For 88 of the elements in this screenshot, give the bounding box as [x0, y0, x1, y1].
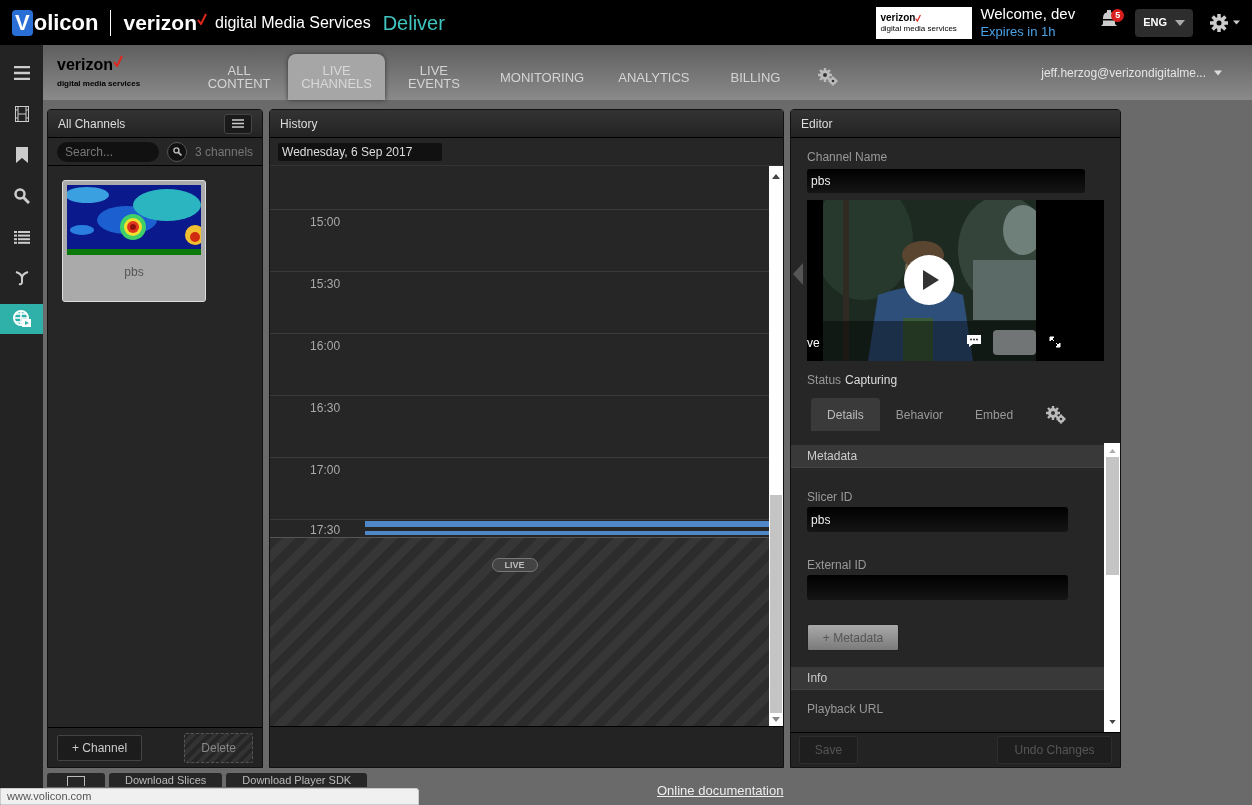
time-label: 16:00 — [309, 340, 342, 353]
notification-count: 5 — [1111, 9, 1125, 22]
editor-tab[interactable]: Details — [811, 398, 880, 431]
globe-icon — [12, 310, 31, 328]
grid-view-button[interactable] — [47, 773, 105, 787]
channel-card[interactable]: pbs — [62, 180, 206, 302]
scroll-up-icon — [1108, 449, 1116, 453]
check-icon — [197, 12, 207, 25]
menu-icon — [13, 66, 30, 80]
nav-tab[interactable]: ANALYTICS — [605, 54, 703, 100]
user-menu[interactable]: jeff.herzog@verizondigitalme... — [1041, 54, 1222, 100]
brand-mark: V — [12, 9, 33, 36]
time-label: 15:30 — [309, 278, 342, 291]
scroll-down-icon — [772, 717, 781, 722]
gears-icon — [1045, 405, 1068, 424]
channel-name-field[interactable]: pbs — [807, 169, 1086, 193]
live-badge: LIVE — [491, 558, 538, 572]
settings-button[interactable] — [1209, 12, 1240, 33]
nav-tab[interactable]: MONITORING — [486, 54, 598, 100]
section-title: Info — [807, 670, 828, 687]
film-icon — [14, 106, 29, 122]
list-menu-button[interactable] — [224, 113, 253, 134]
field-label: Playback URL — [807, 702, 885, 716]
time-label: 15:00 — [309, 216, 342, 229]
search-button[interactable] — [167, 141, 187, 162]
list-icon — [13, 230, 30, 244]
product-name: Deliver — [382, 10, 445, 36]
section-title: Metadata — [807, 448, 858, 465]
editor-tab[interactable]: Embed — [959, 398, 1030, 431]
caret-icon — [1175, 19, 1185, 26]
documentation-link[interactable]: Online documentation — [657, 781, 784, 801]
player-text: ve — [807, 337, 820, 349]
channel-count: 3 channels — [195, 143, 254, 161]
fullscreen-icon — [1049, 336, 1062, 348]
time-label: 16:30 — [309, 402, 342, 415]
gears-icon — [816, 68, 839, 86]
time-label: 17:00 — [309, 464, 342, 477]
field-label: Channel Name — [807, 149, 889, 166]
panel-title: All Channels — [58, 115, 126, 133]
caret-icon — [1214, 70, 1222, 76]
nav-tab[interactable]: LIVE EVENTS — [388, 54, 479, 100]
add-channel-button[interactable]: + Channel — [57, 734, 143, 761]
bookmark-icon — [15, 147, 28, 163]
brand-logo: olicon — [33, 9, 99, 37]
status-label: Status — [807, 372, 842, 389]
channel-name: pbs — [124, 264, 144, 281]
field-label: External ID — [807, 558, 868, 572]
download-button[interactable]: Download Player SDK — [226, 773, 368, 787]
scroll-up-icon — [772, 174, 781, 179]
partner-logo: verizon — [123, 9, 197, 36]
nav-tab[interactable]: ALL CONTENT — [194, 54, 285, 100]
partner-subtitle: digital Media Services — [215, 12, 371, 33]
scrollbar[interactable] — [769, 166, 784, 726]
scrollbar[interactable] — [1104, 443, 1121, 732]
check-icon — [113, 55, 123, 67]
panel-title: History — [280, 115, 318, 133]
search-field[interactable]: Search... — [57, 141, 159, 162]
download-button[interactable]: Download Slices — [109, 773, 223, 787]
date-field[interactable]: Wednesday, 6 Sep 2017 — [278, 142, 443, 161]
caret-icon — [1233, 20, 1240, 25]
panel-title: Editor — [801, 115, 833, 133]
play-icon — [923, 270, 940, 290]
time-label: 17:30 — [309, 524, 342, 537]
collapse-arrow-icon — [793, 263, 804, 285]
text-field[interactable]: pbs — [807, 507, 1069, 532]
welcome-text: Welcome, dev — [980, 5, 1076, 24]
search-icon — [172, 147, 182, 156]
status-value: Capturing — [845, 372, 898, 389]
scroll-down-icon — [1108, 720, 1116, 724]
text-field[interactable] — [807, 575, 1069, 600]
fork-icon — [14, 270, 29, 286]
settings-icon — [1209, 12, 1229, 33]
nav-logo: verizon — [57, 57, 113, 73]
caption-icon — [966, 334, 983, 348]
status-url-tooltip: www.volicon.com — [0, 788, 419, 805]
expiry-text: Expires in 1h — [980, 23, 1057, 40]
grid-icon — [67, 776, 85, 787]
nav-tab[interactable]: BILLING — [710, 54, 801, 100]
search-icon — [13, 188, 30, 204]
nav-logo-subtitle: digital media services — [57, 78, 141, 90]
editor-tab[interactable]: Behavior — [879, 398, 960, 431]
video-player[interactable]: ve — [807, 200, 1105, 361]
field-label: Slicer ID — [807, 490, 854, 504]
language-dropdown[interactable]: ENG — [1135, 8, 1193, 37]
badge-logo: verizon — [880, 12, 916, 23]
menu-icon — [232, 119, 245, 128]
check-icon — [915, 13, 922, 22]
badge-subtitle: digital media services — [880, 24, 958, 33]
